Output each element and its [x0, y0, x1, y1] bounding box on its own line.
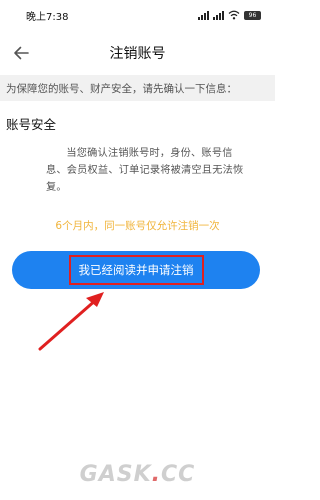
apply-cancel-label: 我已经阅读并申请注销: [68, 255, 204, 285]
status-time: 晚上7:38: [26, 11, 69, 23]
apply-cancel-button[interactable]: 我已经阅读并申请注销: [12, 251, 260, 289]
back-button[interactable]: [8, 40, 34, 66]
signal-icon-2: [213, 10, 224, 20]
limit-note: 6个月内，同一账号仅允许注销一次: [55, 220, 220, 232]
wifi-icon: [228, 10, 240, 20]
section-description: 当您确认注销账号时，身份、账号信息、会员权益、订单记录将被清空且无法恢复。: [46, 148, 244, 193]
battery-icon: 96: [244, 10, 261, 20]
back-arrow-icon: [14, 46, 29, 60]
section-title: 账号安全: [6, 117, 57, 132]
header: 注销账号: [0, 36, 275, 70]
page-title: 注销账号: [109, 46, 166, 62]
status-bar: 晚上7:38 96: [0, 0, 275, 30]
watermark: GASK.CC: [79, 462, 196, 487]
status-icons: 96: [198, 10, 261, 20]
notice-text: 为保障您的账号、财产安全，请先确认一下信息：: [6, 82, 237, 95]
security-notice: 为保障您的账号、财产安全，请先确认一下信息：: [0, 75, 275, 101]
signal-icon: [198, 10, 209, 20]
